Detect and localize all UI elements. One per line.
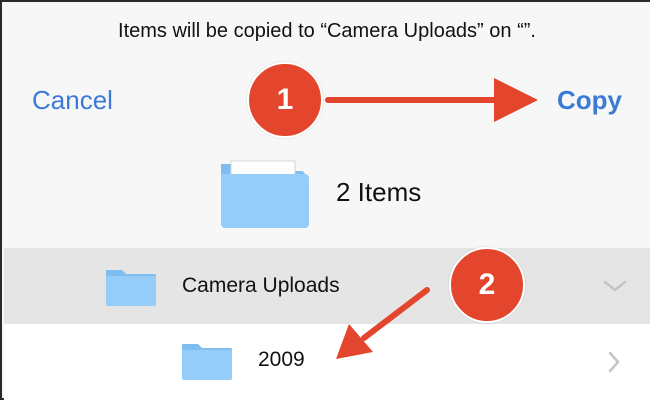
- cancel-button[interactable]: Cancel: [32, 85, 113, 116]
- dialog-header: Items will be copied to “Camera Uploads”…: [2, 2, 650, 248]
- step-badge-2: 2: [449, 247, 525, 323]
- list-item-label: 2009: [258, 348, 305, 371]
- folder-icon: [182, 344, 232, 380]
- copy-button[interactable]: Copy: [557, 85, 622, 116]
- step-badge-1: 1: [247, 62, 323, 138]
- copy-dialog: Items will be copied to “Camera Uploads”…: [0, 0, 650, 400]
- folder-icon: [106, 270, 156, 306]
- chevron-right-icon[interactable]: [606, 350, 622, 374]
- items-count: 2 Items: [336, 177, 422, 207]
- list-item-camera-uploads[interactable]: Camera Uploads: [4, 248, 650, 324]
- folder-icon: [221, 160, 309, 228]
- list-item-2009[interactable]: 2009: [4, 324, 650, 400]
- copy-message: Items will be copied to “Camera Uploads”…: [118, 20, 536, 42]
- chevron-down-icon[interactable]: [602, 275, 628, 297]
- list-item-label: Camera Uploads: [182, 274, 340, 297]
